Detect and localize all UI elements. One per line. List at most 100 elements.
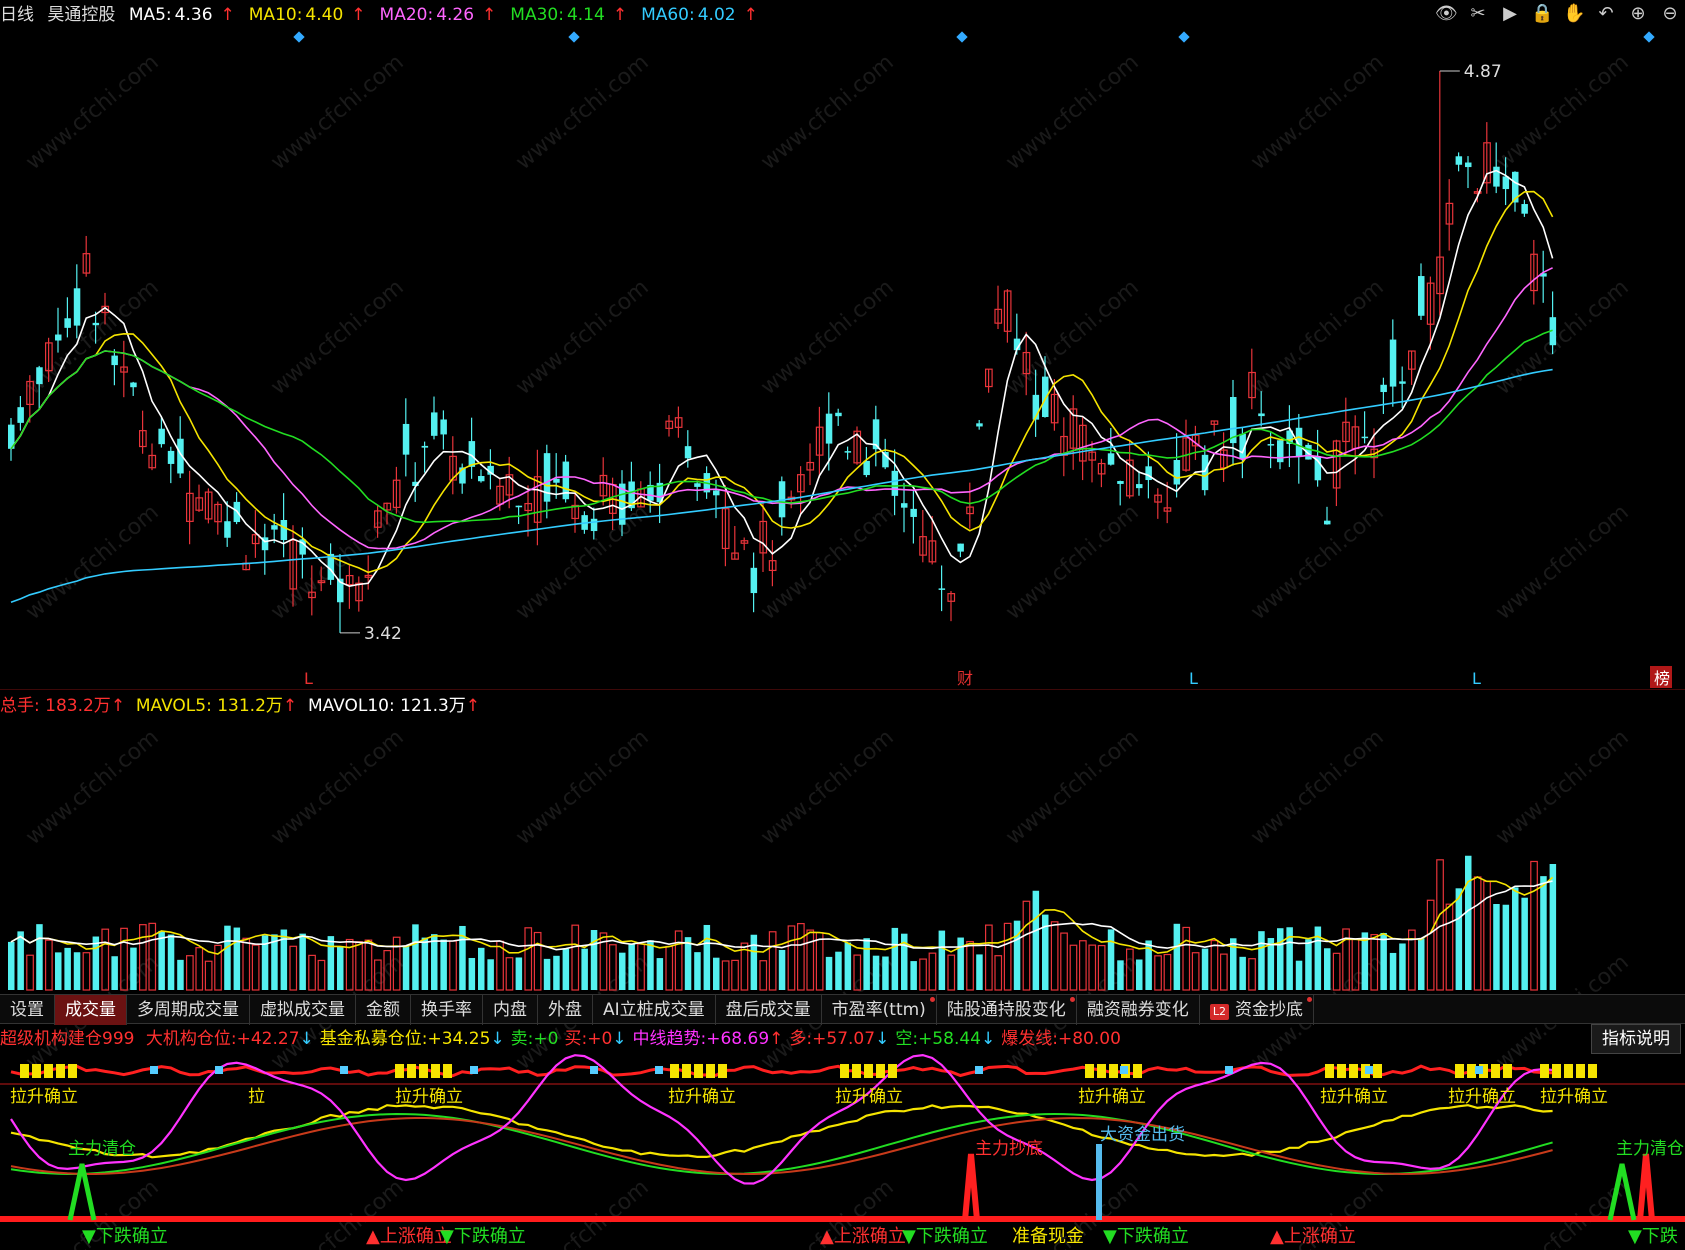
- volume-bar: [750, 934, 758, 990]
- volume-bar: [628, 943, 635, 990]
- buy-signal-block: [1540, 1064, 1549, 1078]
- volume-bar: [289, 945, 298, 991]
- tab-6[interactable]: 内盘: [483, 995, 538, 1025]
- volume-bar: [966, 940, 974, 991]
- volume-bar: [938, 930, 946, 990]
- pull-up-confirmed-label: 拉升确立: [10, 1087, 78, 1107]
- candle-body: [36, 367, 43, 385]
- volume-bar: [1521, 897, 1528, 990]
- volume-bar: [1493, 904, 1500, 990]
- volume-bar: [1060, 932, 1068, 991]
- tab-13[interactable]: L2 资金抄底: [1200, 995, 1314, 1025]
- candle-body: [515, 505, 523, 508]
- volume-bar: [1258, 931, 1265, 990]
- volume-bar: [36, 924, 43, 990]
- tab-label: 资金抄底: [1234, 1000, 1303, 1020]
- volume-bar: [1191, 952, 1200, 991]
- event-diamond-marker: [956, 31, 968, 43]
- pull-up-confirmed-label: 拉升确立: [1540, 1087, 1608, 1107]
- buy-signal-block: [1467, 1064, 1476, 1078]
- tab-11[interactable]: 陆股通持股变化: [937, 995, 1077, 1025]
- tab-2[interactable]: 多周期成交量: [127, 995, 250, 1025]
- volume-bar: [167, 934, 175, 990]
- volume-bar: [721, 960, 730, 991]
- event-diamond-marker: [1643, 31, 1655, 43]
- event-diamond-marker: [568, 31, 580, 43]
- volume-bar: [468, 957, 476, 990]
- tab-5[interactable]: 换手率: [411, 995, 483, 1025]
- buy-signal-block: [1349, 1064, 1358, 1078]
- tab-9[interactable]: 盘后成交量: [716, 995, 822, 1025]
- main-clearance-label: 主力清仓: [1616, 1139, 1684, 1159]
- event-diamond-marker: [1178, 31, 1190, 43]
- volume-bar: [1078, 940, 1087, 991]
- volume-bar: [1332, 952, 1341, 991]
- volume-bar: [139, 924, 147, 991]
- volume-bar: [402, 945, 410, 990]
- volume-bar: [637, 943, 645, 991]
- tab-label: 外盘: [548, 1000, 582, 1020]
- candle-body: [55, 334, 62, 341]
- tab-label: 金额: [366, 1000, 400, 1020]
- candle-body: [431, 412, 438, 436]
- tab-10[interactable]: 市盈率(ttm): [822, 995, 937, 1025]
- volume-bar: [478, 947, 485, 990]
- candle-body: [1493, 166, 1500, 187]
- volume-bar: [515, 957, 523, 990]
- volume-bar: [1295, 960, 1303, 990]
- candle-body: [694, 483, 701, 487]
- candle-body: [684, 446, 692, 459]
- chart-event-marker: L: [1189, 669, 1198, 688]
- volume-bar: [787, 925, 796, 991]
- candle-body: [402, 423, 410, 455]
- volume-bar: [111, 956, 118, 990]
- buy-signal-block: [1097, 1064, 1106, 1078]
- volume-bar: [374, 959, 382, 991]
- volume-bar: [984, 924, 993, 991]
- volume-bar: [1069, 944, 1078, 991]
- buy-signal-block: [1564, 1064, 1573, 1078]
- tab-3[interactable]: 虚拟成交量: [250, 995, 356, 1025]
- tab-12[interactable]: 融资融券变化: [1077, 995, 1200, 1025]
- tab-label: 陆股通持股变化: [946, 1000, 1066, 1020]
- volume-bar: [562, 948, 570, 990]
- candle-body: [750, 567, 758, 594]
- volume-bar: [1549, 864, 1557, 990]
- buy-signal-block: [1588, 1064, 1597, 1078]
- tab-4[interactable]: 金额: [356, 995, 411, 1025]
- candle-body: [901, 503, 908, 508]
- trend-signal-label: ▼下跌确立: [440, 1226, 526, 1247]
- volume-bar: [1324, 948, 1331, 990]
- cyan-square-marker: [470, 1066, 478, 1074]
- tab-1[interactable]: 成交量: [55, 995, 127, 1025]
- volume-bar: [1540, 876, 1547, 990]
- volume-bar: [543, 958, 551, 990]
- tab-7[interactable]: 外盘: [538, 995, 593, 1025]
- price-candlestick-chart[interactable]: 4.87 3.42 L 财 L L 榜: [0, 0, 1685, 690]
- trend-signal-label: 准备现金: [1012, 1226, 1084, 1247]
- volume-bar: [440, 939, 447, 990]
- volume-bar: [1512, 887, 1519, 990]
- volume-bar: [204, 960, 213, 991]
- candle-body: [1201, 454, 1209, 491]
- volume-bar: [1088, 944, 1097, 991]
- indicator-chart[interactable]: 主力清仓 主力清仓 主力抄底 大资金出货 拉 拉升确立 拉升确立 拉升确立 拉升确立 拉升确立 拉升…: [0, 1024, 1685, 1250]
- volume-bar: [1399, 943, 1406, 990]
- buy-signal-block: [44, 1064, 53, 1078]
- volume-bar: [825, 956, 833, 990]
- bottom-fishing-spike: [1637, 1153, 1655, 1221]
- volume-bar: [882, 956, 889, 990]
- candle-body: [1502, 176, 1510, 190]
- volume-bar-chart[interactable]: [0, 692, 1685, 992]
- volume-bar: [120, 927, 128, 991]
- volume-bar: [759, 960, 768, 991]
- volume-bar: [815, 932, 824, 991]
- candle-body: [976, 423, 983, 427]
- volume-bar: [647, 940, 654, 990]
- tab-8[interactable]: AI立桩成交量: [593, 995, 716, 1025]
- tab-0[interactable]: 设置: [0, 995, 55, 1025]
- volume-bar: [337, 946, 344, 990]
- buy-signal-block: [1455, 1064, 1464, 1078]
- cyan-square-marker: [150, 1066, 158, 1074]
- volume-bar: [421, 937, 429, 990]
